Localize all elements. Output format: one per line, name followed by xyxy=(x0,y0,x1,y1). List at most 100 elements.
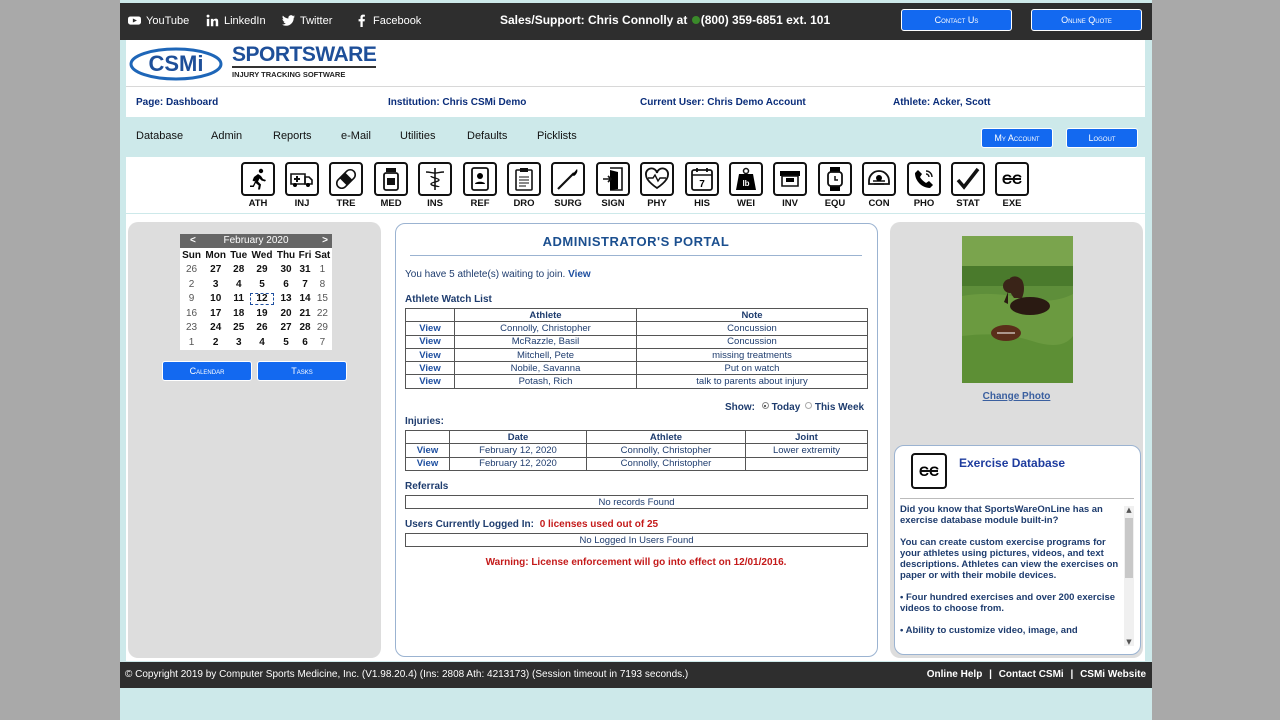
calendar-button[interactable]: Calendar xyxy=(162,361,252,381)
view-link[interactable]: View xyxy=(405,456,450,471)
view-link[interactable]: View xyxy=(405,334,455,349)
tool-ath[interactable]: ATH xyxy=(240,162,276,209)
calendar-day[interactable]: 24 xyxy=(203,321,228,336)
menu-admin[interactable]: Admin xyxy=(211,130,242,142)
tool-surg[interactable]: SURG xyxy=(550,162,586,209)
tool-stat[interactable]: STAT xyxy=(950,162,986,209)
calendar-day[interactable]: 26 xyxy=(249,321,275,336)
calendar-day[interactable]: 3 xyxy=(203,277,228,292)
calendar-day[interactable]: 29 xyxy=(249,263,275,278)
calendar-prev-button[interactable]: < xyxy=(190,234,196,248)
view-link[interactable]: View xyxy=(405,321,455,336)
calendar-day[interactable]: 25 xyxy=(228,321,249,336)
change-photo-link[interactable]: Change Photo xyxy=(890,391,1143,402)
view-link[interactable]: View xyxy=(405,374,455,389)
calendar-day[interactable]: 31 xyxy=(297,263,313,278)
today-radio[interactable] xyxy=(761,402,769,409)
calendar-day[interactable]: 13 xyxy=(275,292,297,307)
tool-exe[interactable]: CC EXE xyxy=(994,162,1030,209)
menu-picklists[interactable]: Picklists xyxy=(537,130,577,142)
calendar-day[interactable]: 17 xyxy=(203,306,228,321)
logout-button[interactable]: Logout xyxy=(1066,128,1138,148)
sportsware-logo[interactable]: SPORTSWARE INJURY TRACKING SOFTWARE xyxy=(232,44,377,79)
tool-med[interactable]: MED xyxy=(373,162,409,209)
menu-utilities[interactable]: Utilities xyxy=(400,130,435,142)
facebook-link[interactable]: Facebook xyxy=(355,14,421,27)
scroll-down-arrow[interactable]: ▼ xyxy=(1124,638,1134,646)
calendar-day[interactable]: 7 xyxy=(313,335,332,350)
calendar-day-today[interactable]: 12 xyxy=(249,292,275,307)
calendar-day[interactable]: 28 xyxy=(228,263,249,278)
calendar-day[interactable]: 8 xyxy=(313,277,332,292)
calendar-day[interactable]: 16 xyxy=(180,306,203,321)
calendar-day[interactable]: 5 xyxy=(275,335,297,350)
calendar-day[interactable]: 11 xyxy=(228,292,249,307)
csmi-logo[interactable]: CSMi xyxy=(129,44,223,82)
view-link[interactable]: View xyxy=(405,443,450,458)
tool-ref[interactable]: REF xyxy=(462,162,498,209)
calendar-day[interactable]: 4 xyxy=(228,277,249,292)
calendar-day[interactable]: 19 xyxy=(249,306,275,321)
calendar-day[interactable]: 28 xyxy=(297,321,313,336)
menu-email[interactable]: e-Mail xyxy=(341,130,371,142)
contact-csmi-link[interactable]: Contact CSMi xyxy=(999,669,1064,680)
scroll-thumb[interactable] xyxy=(1125,518,1133,578)
athlete-cell: Nobile, Savanna xyxy=(454,361,637,376)
tool-pho[interactable]: PHO xyxy=(906,162,942,209)
tool-ins[interactable]: INS xyxy=(417,162,453,209)
linkedin-link[interactable]: LinkedIn xyxy=(206,14,266,27)
calendar-day[interactable]: 27 xyxy=(203,263,228,278)
calendar-day[interactable]: 7 xyxy=(297,277,313,292)
tool-phy[interactable]: PHY xyxy=(639,162,675,209)
view-link[interactable]: View xyxy=(405,361,455,376)
exercise-scrollbar[interactable]: ▲ ▼ xyxy=(1124,506,1134,646)
this-week-radio[interactable] xyxy=(805,402,813,409)
csmi-website-link[interactable]: CSMi Website xyxy=(1080,669,1146,680)
online-quote-button[interactable]: Online Quote xyxy=(1031,9,1142,31)
calendar-day[interactable]: 23 xyxy=(180,321,203,336)
calendar-day[interactable]: 2 xyxy=(203,335,228,350)
tool-equ[interactable]: EQU xyxy=(817,162,853,209)
menu-defaults[interactable]: Defaults xyxy=(467,130,507,142)
calendar-day[interactable]: 21 xyxy=(297,306,313,321)
tool-wei[interactable]: lb WEI xyxy=(728,162,764,209)
calendar-day[interactable]: 6 xyxy=(297,335,313,350)
calendar-day[interactable]: 1 xyxy=(180,335,203,350)
calendar-day[interactable]: 18 xyxy=(228,306,249,321)
calendar-day[interactable]: 3 xyxy=(228,335,249,350)
waiting-view-link[interactable]: View xyxy=(568,269,591,280)
calendar-day[interactable]: 9 xyxy=(180,292,203,307)
tool-his[interactable]: 7 HIS xyxy=(684,162,720,209)
tool-dro[interactable]: DRO xyxy=(506,162,542,209)
calendar-day[interactable]: 26 xyxy=(180,263,203,278)
calendar-day[interactable]: 4 xyxy=(249,335,275,350)
calendar-day[interactable]: 14 xyxy=(297,292,313,307)
calendar-day[interactable]: 10 xyxy=(203,292,228,307)
view-link[interactable]: View xyxy=(405,347,455,363)
calendar-day[interactable]: 27 xyxy=(275,321,297,336)
calendar-day[interactable]: 6 xyxy=(275,277,297,292)
calendar-day[interactable]: 20 xyxy=(275,306,297,321)
tool-inv[interactable]: INV xyxy=(772,162,808,209)
menu-database[interactable]: Database xyxy=(136,130,183,142)
tool-inj[interactable]: INJ xyxy=(284,162,320,209)
contact-us-button[interactable]: Contact Us xyxy=(901,9,1012,31)
calendar-day[interactable]: 29 xyxy=(313,321,332,336)
tool-tre[interactable]: TRE xyxy=(328,162,364,209)
calendar-day[interactable]: 22 xyxy=(313,306,332,321)
calendar-day[interactable]: 15 xyxy=(313,292,332,307)
tool-con[interactable]: CON xyxy=(861,162,897,209)
menu-reports[interactable]: Reports xyxy=(273,130,312,142)
scroll-up-arrow[interactable]: ▲ xyxy=(1124,506,1134,514)
calendar-day[interactable]: 5 xyxy=(249,277,275,292)
twitter-link[interactable]: Twitter xyxy=(282,14,332,27)
online-help-link[interactable]: Online Help xyxy=(927,669,983,680)
youtube-link[interactable]: YouTube xyxy=(128,14,189,27)
calendar-day[interactable]: 2 xyxy=(180,277,203,292)
calendar-day[interactable]: 1 xyxy=(313,263,332,278)
tasks-button[interactable]: Tasks xyxy=(257,361,347,381)
my-account-button[interactable]: My Account xyxy=(981,128,1053,148)
calendar-day[interactable]: 30 xyxy=(275,263,297,278)
calendar-next-button[interactable]: > xyxy=(322,234,328,248)
tool-sign[interactable]: SIGN xyxy=(595,162,631,209)
